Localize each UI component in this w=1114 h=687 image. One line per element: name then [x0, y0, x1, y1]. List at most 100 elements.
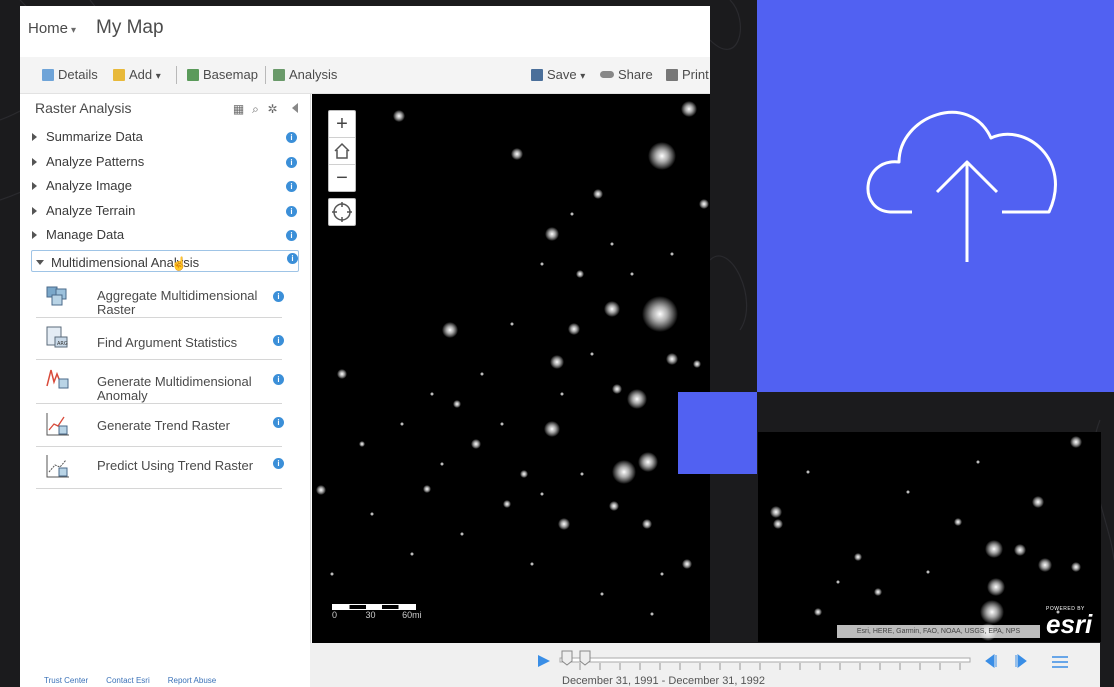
print-label: Print	[682, 67, 709, 82]
raster-analysis-panel: Raster Analysis ▦ ⌕ ✲ Summarize Data i Ana…	[20, 94, 311, 687]
info-icon[interactable]: i	[286, 230, 297, 241]
title-bar: Home ▾ My Map	[20, 6, 710, 52]
time-slider: December 31, 1991 - December 31, 1992	[310, 643, 1100, 687]
trust-center-link[interactable]: Trust Center	[44, 676, 88, 685]
map-title: My Map	[96, 17, 164, 38]
toolbar: Details Add ▾ Basemap Analysis Save ▾ Sh…	[20, 57, 710, 94]
slider-settings-icon[interactable]	[1052, 656, 1068, 668]
cube-stack-icon	[46, 286, 67, 306]
scale-label-30: 30	[365, 610, 376, 620]
category-label: Manage Data	[46, 227, 125, 242]
svg-text:ARG: ARG	[57, 341, 68, 347]
tool-generate-multidimensional-anomaly[interactable]: Generate Multidimensional Anomaly i	[36, 360, 284, 404]
info-icon[interactable]: i	[286, 206, 297, 217]
info-icon[interactable]: i	[273, 458, 284, 469]
info-icon[interactable]: i	[273, 335, 284, 346]
tool-generate-trend-raster[interactable]: Generate Trend Raster i	[36, 404, 284, 447]
chevron-down-icon: ▾	[580, 71, 586, 82]
time-range-label: December 31, 1991 - December 31, 1992	[562, 675, 766, 687]
panel-title: Raster Analysis	[35, 100, 132, 116]
info-icon[interactable]: i	[273, 291, 284, 302]
locate-button[interactable]	[328, 198, 356, 226]
house-icon	[334, 142, 350, 159]
tool-label: Generate Multidimensional	[97, 374, 252, 389]
range-start-handle[interactable]	[561, 650, 573, 666]
basemap-button[interactable]: Basemap	[187, 67, 258, 82]
basemap-icon	[187, 69, 199, 81]
gear-icon[interactable]: ✲	[266, 103, 279, 116]
chevron-right-icon	[32, 182, 37, 190]
info-icon[interactable]: i	[286, 181, 297, 192]
analysis-button[interactable]: Analysis	[273, 67, 337, 82]
category-summarize-data[interactable]: Summarize Data i	[32, 129, 298, 151]
accent-square	[678, 392, 757, 474]
category-analyze-patterns[interactable]: Analyze Patterns i	[32, 154, 298, 176]
argument-statistics-icon: ARG	[46, 326, 68, 348]
next-step-icon[interactable]	[1015, 654, 1027, 668]
category-label: Summarize Data	[46, 129, 143, 144]
toolbar-divider	[265, 66, 266, 84]
category-label: Analyze Patterns	[46, 154, 145, 169]
chevron-down-icon: ▾	[155, 71, 161, 82]
tool-label: Predict Using Trend Raster	[97, 458, 254, 473]
info-icon[interactable]: i	[286, 132, 297, 143]
chevron-right-icon	[32, 133, 37, 141]
scale-label-0: 0	[332, 610, 338, 620]
category-manage-data[interactable]: Manage Data i	[32, 227, 298, 249]
tool-label: Find Argument Statistics	[97, 335, 238, 350]
info-icon[interactable]: i	[287, 253, 298, 264]
upload-cloud-graphic	[757, 0, 1114, 392]
chevron-down-icon: ▾	[71, 25, 77, 36]
home-extent-button[interactable]	[329, 138, 355, 165]
night-lights-imagery	[316, 101, 709, 616]
info-icon[interactable]: i	[273, 374, 284, 385]
previous-step-icon[interactable]	[985, 654, 997, 668]
basemap-label: Basemap	[203, 67, 258, 82]
tool-label: Generate Trend Raster	[97, 418, 230, 433]
analysis-label: Analysis	[289, 67, 338, 82]
info-icon[interactable]: i	[273, 417, 284, 428]
category-label: Analyze Terrain	[46, 203, 136, 218]
tool-label: Aggregate Multidimensional	[97, 288, 258, 303]
cloud-upload-icon	[866, 110, 1057, 262]
share-label: Share	[618, 67, 653, 82]
chevron-right-icon	[32, 231, 37, 239]
category-analyze-image[interactable]: Analyze Image i	[32, 178, 298, 200]
print-button[interactable]: Print	[666, 67, 709, 82]
category-label: Analyze Image	[46, 178, 132, 193]
trend-chart-icon	[46, 413, 69, 436]
chevron-right-icon	[32, 207, 37, 215]
esri-logo: POWERED BY esri	[1046, 606, 1092, 637]
search-icon[interactable]: ⌕	[249, 103, 262, 116]
hand-cursor-icon: ☝	[171, 256, 188, 271]
save-button[interactable]: Save ▾	[531, 67, 585, 82]
collapse-panel-icon[interactable]	[292, 103, 298, 113]
zoom-in-button[interactable]: +	[329, 111, 355, 138]
home-label: Home	[28, 20, 69, 37]
zoom-out-button[interactable]: −	[329, 165, 355, 191]
range-end-handle[interactable]	[579, 650, 591, 666]
play-icon[interactable]	[538, 655, 550, 667]
info-icon[interactable]: i	[286, 157, 297, 168]
footer-links: Trust Center Contact Esri Report Abuse	[44, 676, 234, 685]
tool-find-argument-statistics[interactable]: ARG Find Argument Statistics i	[36, 318, 284, 360]
category-multidimensional-analysis[interactable]: Multidimensional Analysis i ☝	[31, 250, 299, 272]
tool-predict-using-trend-raster[interactable]: Predict Using Trend Raster i	[36, 447, 284, 489]
map-attribution: Esri, HERE, Garmin, FAO, NOAA, USGS, EPA…	[837, 625, 1040, 638]
details-button[interactable]: Details	[42, 67, 98, 82]
night-lights-map[interactable]: + − 0 30 60mi	[312, 94, 710, 643]
analysis-icon	[273, 69, 285, 81]
category-analyze-terrain[interactable]: Analyze Terrain i	[32, 203, 298, 225]
share-button[interactable]: Share	[600, 67, 653, 82]
crosshair-icon	[332, 202, 352, 222]
contact-esri-link[interactable]: Contact Esri	[106, 676, 150, 685]
save-label: Save	[547, 67, 577, 82]
home-menu[interactable]: Home ▾	[28, 20, 76, 37]
tool-aggregate-multidimensional-raster[interactable]: Aggregate Multidimensional Raster i	[36, 276, 284, 318]
function-icon[interactable]: ▦	[232, 103, 245, 116]
add-button[interactable]: Add ▾	[113, 67, 161, 82]
chevron-down-icon	[36, 260, 44, 265]
chevron-right-icon	[32, 158, 37, 166]
report-abuse-link[interactable]: Report Abuse	[168, 676, 216, 685]
tool-label-line2: Raster	[97, 302, 136, 317]
